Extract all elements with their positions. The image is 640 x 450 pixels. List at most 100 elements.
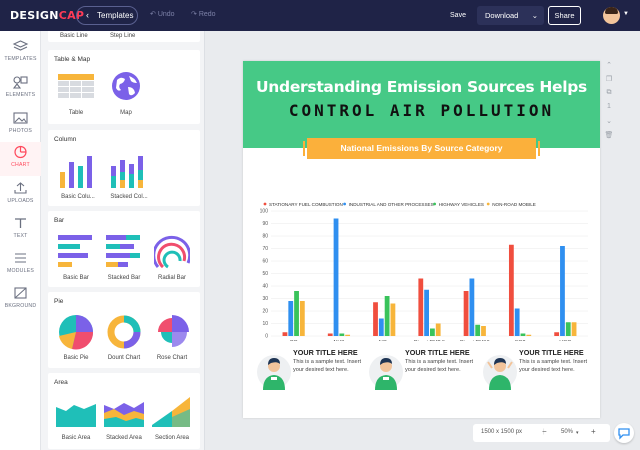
column-chart-icon [60,156,92,188]
basic-area-template[interactable]: Basic Area [56,399,96,441]
card-text[interactable]: This is a sample text. Insert your desir… [405,358,475,374]
page-mini-toolbar: ⌃ ❐ ⧉ 1 ⌄ 🗑 [604,61,614,145]
bar [526,334,532,336]
chart-templates-panel[interactable]: Basic Line Step Line Table & Map Table M… [41,31,205,450]
avatar[interactable] [603,7,620,24]
rose-chart-template[interactable]: Rose Chart [154,314,190,361]
sidebar-item-label: MODULES [6,268,35,274]
template-label: Section Area [154,435,190,441]
section-title: Area [54,379,68,386]
bar [333,218,339,336]
zoom-in-button[interactable]: + [591,427,596,436]
card-text[interactable]: This is a sample text. Insert your desir… [293,358,363,374]
upload-icon [14,182,27,194]
sidebar-item-background[interactable]: BKGROUND [0,283,41,317]
redo-button[interactable]: ↷ Redo [191,10,216,18]
donut-chart-template[interactable]: Dount Chart [106,314,142,361]
info-card-2[interactable]: YOUR TITLE HERE This is a sample text. I… [369,348,473,395]
template-label: Rose Chart [156,355,188,361]
legend-label: NON-ROAD MOBILE [492,202,536,207]
delete-icon[interactable]: 🗑 [604,131,614,145]
canvas-workspace[interactable]: Understanding Emission Sources Helps CON… [205,31,640,450]
x-tick-label: SO2 [515,340,526,341]
share-button[interactable]: Share [548,6,581,25]
bar [378,318,384,336]
emissions-bar-chart[interactable]: STATIONARY FUEL COMBUSTION INDUSTRIAL AND… [243,181,600,341]
x-tick-label: Direct PM10 [460,340,490,341]
person-illustration [483,355,517,390]
stacked-area-template[interactable]: Stacked Area [104,399,144,441]
legend-marker [343,202,346,206]
card-title[interactable]: YOUR TITLE HERE [405,348,470,357]
redo-label: Redo [198,11,216,18]
bar [430,328,435,336]
table-template[interactable]: Table [58,74,94,116]
card-text[interactable]: This is a sample text. Insert your desir… [519,358,589,374]
design-title-line1[interactable]: Understanding Emission Sources Helps [243,78,600,96]
y-tick-label: 40 [262,284,268,290]
card-title[interactable]: YOUR TITLE HERE [293,348,358,357]
design-subtitle[interactable]: National Emissions By Source Category [303,138,540,159]
chevron-down-icon[interactable]: ▼ [623,11,629,17]
sidebar-item-label: TEMPLATES [4,56,37,62]
rose-icon [158,315,189,347]
design-canvas[interactable]: Understanding Emission Sources Helps CON… [243,61,600,418]
sidebar-item-label: BKGROUND [4,303,37,309]
up-icon[interactable]: ⌃ [604,61,614,75]
card-title[interactable]: YOUR TITLE HERE [519,348,584,357]
basic-bar-template[interactable]: Basic Bar [58,233,94,281]
download-button[interactable]: Download ⌄ [477,6,544,25]
bar [571,322,577,336]
map-template[interactable]: Map [108,70,144,116]
zoom-level[interactable]: 50% [561,429,573,435]
radial-bar-template[interactable]: Radial Bar [152,231,192,281]
info-card-1[interactable]: YOUR TITLE HERE This is a sample text. I… [257,348,361,395]
sidebar-item-label: UPLOADS [7,198,34,204]
sidebar-item-chart[interactable]: CHART [0,142,41,176]
sidebar-item-text[interactable]: TEXT [0,213,41,247]
canvas-size-label: 1500 x 1500 px [481,429,523,435]
save-button[interactable]: Save [444,7,472,24]
bar [565,322,571,336]
y-tick-label: 60 [262,259,268,265]
app-window: DESIGNCAP ‹ Templates ↶ Undo ↷ Redo Save… [0,0,640,450]
undo-label: Undo [157,11,175,18]
zoom-out-button[interactable]: − [542,427,547,436]
duplicate-icon[interactable]: ⧉ [604,89,614,103]
person-illustration [369,355,403,390]
basic-line-label[interactable]: Basic Line [60,33,88,39]
logo[interactable]: DESIGNCAP [10,9,84,22]
bar [418,278,424,336]
legend-marker [263,202,267,206]
chevron-down-icon[interactable]: ⌄ [532,6,538,25]
basic-column-template[interactable]: Basic Colu... [60,152,96,200]
x-tick-label: NOx [379,340,390,341]
section-area-template[interactable]: Section Area [152,395,192,441]
copy-icon[interactable]: ❐ [604,75,614,89]
x-tick-label: VOC [560,340,572,341]
templates-button[interactable]: ‹ Templates [76,6,138,25]
chevron-down-icon[interactable]: ▾ [576,430,579,436]
stacked-bar-template[interactable]: Stacked Bar [106,233,142,281]
sidebar-item-uploads[interactable]: UPLOADS [0,178,41,212]
down-icon[interactable]: ⌄ [604,117,614,131]
basic-pie-template[interactable]: Basic Pie [58,314,94,361]
bar [520,333,526,336]
undo-button[interactable]: ↶ Undo [150,10,175,18]
sidebar-item-label: PHOTOS [8,128,32,134]
step-line-label[interactable]: Step Line [110,33,135,39]
chat-support-button[interactable] [614,423,634,443]
stacked-column-template[interactable]: Stacked Col... [110,152,148,200]
info-card-3[interactable]: YOUR TITLE HERE This is a sample text. I… [483,348,587,395]
sidebar-item-photos[interactable]: PHOTOS [0,108,41,142]
table-map-card: Table & Map Table Map [48,50,200,124]
sidebar-item-elements[interactable]: ELEMENTS [0,72,41,106]
design-title-line2[interactable]: CONTROL AIR POLLUTION [243,101,600,120]
y-tick-label: 90 [262,221,268,227]
bar [475,324,481,336]
bar [282,332,288,336]
sidebar-item-modules[interactable]: MODULES [0,248,41,282]
bar [469,278,475,336]
sidebar-item-templates[interactable]: TEMPLATES [0,36,41,70]
y-tick-label: 80 [262,234,268,240]
